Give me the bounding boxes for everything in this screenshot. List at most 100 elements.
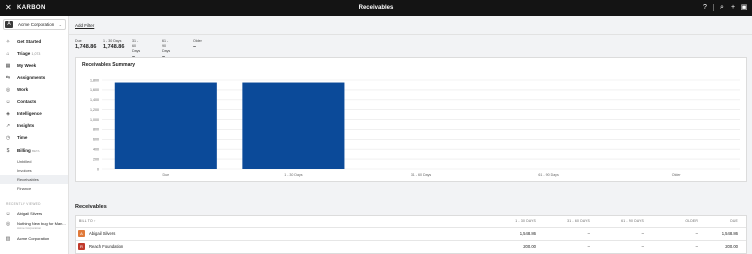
stat-label: 31 - 60 Days xyxy=(132,39,141,53)
cell-due: 200.00 xyxy=(725,244,738,249)
receivables-table-title: Receivables xyxy=(75,204,107,210)
chart-bar xyxy=(242,82,345,169)
stat-value: 1,748.86 xyxy=(75,44,97,50)
table-row[interactable]: A Abigail Silvers 1,548.86 – – – 1,548.8… xyxy=(76,227,746,239)
recently-viewed-heading: RECENTLY VIEWED xyxy=(6,202,41,206)
billing-icon: $ xyxy=(6,148,10,154)
sidebar-subitem-receivables[interactable]: Receivables xyxy=(0,175,68,184)
column-header-bill-to[interactable]: BILL TO ↑ xyxy=(79,219,96,224)
column-header-31-60-days[interactable]: 31 - 60 DAYS xyxy=(550,219,590,224)
contact-avatar: A xyxy=(78,230,85,237)
column-header-older[interactable]: OLDER xyxy=(658,219,698,224)
sidebar-item-work[interactable]: ◎ Work xyxy=(0,85,68,95)
sidebar-item-intelligence[interactable]: ◈ Intelligence xyxy=(0,109,68,119)
chevron-down-icon: ⌄ xyxy=(58,22,62,27)
page-title: Receivables xyxy=(358,5,394,11)
column-header-label: BILL TO xyxy=(79,219,93,223)
recent-item-label: Acme Corporation xyxy=(17,236,50,241)
top-bar: ✕ KARBON Receivables ? ⌕ + ▣ xyxy=(0,0,752,16)
cell-61-90-days: – xyxy=(641,231,644,236)
sidebar-item-label: Insights xyxy=(17,123,35,128)
top-bar-actions: ? ⌕ + ▣ xyxy=(701,3,748,12)
sidebar-subitem-label: Unbilled xyxy=(17,159,32,164)
y-tick-label: 1,400 xyxy=(90,98,99,102)
sidebar-item-label: Intelligence xyxy=(17,111,42,116)
recent-item[interactable]: ◎ Nothing New bug for Man... Acme Corpor… xyxy=(0,220,68,232)
sidebar-item-contacts[interactable]: ☺ Contacts xyxy=(0,97,68,107)
work-icon: ◎ xyxy=(5,87,11,93)
stat-older[interactable]: Older – xyxy=(193,39,202,51)
y-tick-label: 1,800 xyxy=(90,78,99,82)
sidebar-item-label: Billing xyxy=(17,148,31,153)
recent-item[interactable]: ☺ Abigail Silvers xyxy=(0,210,68,219)
cell-31-60-days: – xyxy=(587,231,590,236)
person-icon: ☺ xyxy=(5,211,11,217)
building-icon: ▥ xyxy=(5,236,11,242)
y-tick-label: 800 xyxy=(93,128,99,132)
column-header-due[interactable]: DUE xyxy=(698,219,738,224)
inbox-icon[interactable]: ▣ xyxy=(740,3,748,12)
search-icon[interactable]: ⌕ xyxy=(718,3,726,12)
workspace-avatar: A xyxy=(5,21,13,28)
sidebar-subitem-invoices[interactable]: Invoices xyxy=(0,166,68,175)
chart-bar xyxy=(114,82,217,169)
recent-item-sublabel: Acme Corporation xyxy=(17,226,42,230)
stat-label: 61 - 90 Days xyxy=(162,39,171,53)
column-header-61-90-days[interactable]: 61 - 90 DAYS xyxy=(604,219,644,224)
sidebar-item-label: My Week xyxy=(17,63,37,68)
workspace-name: Acme Corporation xyxy=(18,22,55,27)
cell-1-30-days: 200.00 xyxy=(523,244,536,249)
calendar-icon: ▦ xyxy=(5,63,11,69)
sidebar-item-time[interactable]: ◷ Time xyxy=(0,133,68,143)
sidebar-item-triage[interactable]: ⌂ Triage 1,073 xyxy=(0,49,68,59)
sidebar-subitem-unbilled[interactable]: Unbilled xyxy=(0,157,68,166)
sidebar: A Acme Corporation ⌄ ✧ Get Started ⌂ Tri… xyxy=(0,16,69,254)
y-tick-label: 600 xyxy=(93,138,99,142)
x-tick-label: Older xyxy=(672,173,682,177)
help-icon[interactable]: ? xyxy=(701,3,709,12)
cell-older: – xyxy=(695,231,698,236)
stat-value: – xyxy=(193,44,197,50)
stat-due[interactable]: Due 1,748.86 xyxy=(75,39,96,51)
main-content: Add Filter Due 1,748.86 1 - 30 Days 1,74… xyxy=(69,16,752,254)
sidebar-item-assignments[interactable]: ⇆ Assignments xyxy=(0,73,68,83)
cell-61-90-days: – xyxy=(641,244,644,249)
bill-to-name[interactable]: Abigail Silvers xyxy=(89,231,115,237)
insights-icon: ↗ xyxy=(5,123,11,129)
cell-due: 1,548.86 xyxy=(721,231,738,236)
table-row[interactable]: R Reach Foundation 200.00 – – – 200.00 xyxy=(76,240,746,252)
y-tick-label: 1,200 xyxy=(90,108,99,112)
y-tick-label: 0 xyxy=(97,167,99,171)
contacts-icon: ☺ xyxy=(5,99,11,105)
sidebar-item-label: Contacts xyxy=(17,99,37,104)
sidebar-item-label: Time xyxy=(17,135,28,140)
beta-badge: BETA xyxy=(32,149,40,153)
plus-icon[interactable]: + xyxy=(729,3,737,12)
cell-older: – xyxy=(695,244,698,249)
stat-1-30-days[interactable]: 1 - 30 Days 1,748.86 xyxy=(103,39,124,51)
sidebar-item-get-started[interactable]: ✧ Get Started xyxy=(0,37,68,47)
sidebar-item-my-week[interactable]: ▦ My Week xyxy=(0,61,68,71)
sidebar-item-label: Triage xyxy=(17,51,31,56)
sidebar-subitem-finance[interactable]: Finance xyxy=(0,184,68,193)
recent-item[interactable]: ▥ Acme Corporation xyxy=(0,235,68,244)
sidebar-subitem-label: Invoices xyxy=(17,168,32,173)
sidebar-item-label: Assignments xyxy=(17,75,46,80)
triage-icon: ⌂ xyxy=(6,51,10,57)
receivables-chart: 0 200 400 600 800 1,000 1,200 1,400 1,600 1,800 Du… xyxy=(90,78,740,177)
rocket-icon: ✧ xyxy=(5,39,11,45)
sidebar-subitem-label: Finance xyxy=(17,186,32,191)
clock-icon: ◷ xyxy=(5,135,11,141)
work-item-icon: ◎ xyxy=(5,221,11,227)
sidebar-item-billing[interactable]: $ Billing BETA xyxy=(0,146,68,156)
y-tick-label: 1,600 xyxy=(90,88,99,92)
triage-count: 1,073 xyxy=(31,52,41,56)
add-filter-button[interactable]: Add Filter xyxy=(75,23,94,29)
y-tick-label: 200 xyxy=(93,157,99,161)
bill-to-name[interactable]: Reach Foundation xyxy=(89,244,123,250)
workspace-switcher[interactable]: A Acme Corporation ⌄ xyxy=(3,19,66,30)
column-header-1-30-days[interactable]: 1 - 30 DAYS xyxy=(496,219,536,224)
intelligence-icon: ◈ xyxy=(6,111,10,117)
receivables-summary-card: Receivables Summary 0 200 400 600 800 1,000 1,… xyxy=(75,57,747,182)
sidebar-item-insights[interactable]: ↗ Insights xyxy=(0,121,68,131)
